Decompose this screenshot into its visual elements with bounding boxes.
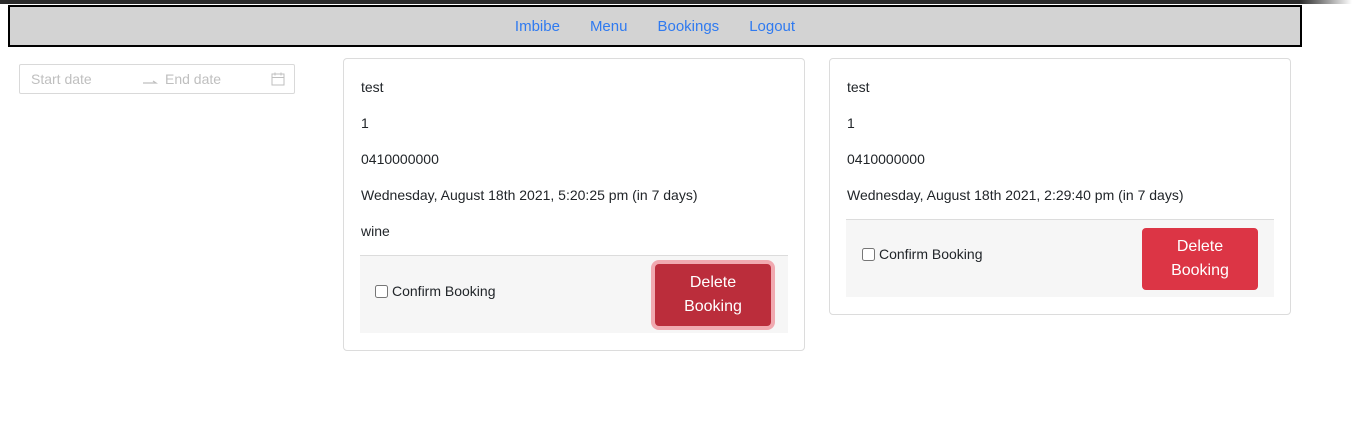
delete-booking-button[interactable]: Delete Booking <box>655 264 771 326</box>
booking-guests: 1 <box>361 115 369 131</box>
booking-card-footer: Confirm Booking Delete Booking <box>846 219 1274 297</box>
booking-card: test 1 0410000000 Wednesday, August 18th… <box>343 58 805 351</box>
nav-link-bookings[interactable]: Bookings <box>657 18 719 35</box>
confirm-booking-control[interactable]: Confirm Booking <box>862 246 983 262</box>
booking-card: test 1 0410000000 Wednesday, August 18th… <box>829 58 1291 315</box>
nav-link-menu[interactable]: Menu <box>590 18 628 35</box>
booking-phone: 0410000000 <box>361 151 439 167</box>
arrow-right-icon <box>143 80 158 84</box>
booking-datetime: Wednesday, August 18th 2021, 2:29:40 pm … <box>847 187 1184 203</box>
confirm-booking-label: Confirm Booking <box>879 246 983 262</box>
top-navbar: Imbibe Menu Bookings Logout <box>8 5 1302 47</box>
delete-booking-button[interactable]: Delete Booking <box>1142 228 1258 290</box>
nav-link-imbibe[interactable]: Imbibe <box>515 18 560 35</box>
booking-datetime: Wednesday, August 18th 2021, 5:20:25 pm … <box>361 187 698 203</box>
booking-name: test <box>847 79 870 95</box>
date-range-picker[interactable] <box>19 64 295 94</box>
end-date-input[interactable] <box>165 71 265 87</box>
booking-name: test <box>361 79 384 95</box>
top-border-fade <box>1300 0 1352 4</box>
booking-guests: 1 <box>847 115 855 131</box>
top-border-line <box>0 0 1352 4</box>
confirm-booking-checkbox[interactable] <box>862 247 875 261</box>
booking-notes: wine <box>361 223 390 239</box>
confirm-booking-control[interactable]: Confirm Booking <box>375 283 496 299</box>
start-date-input[interactable] <box>31 71 131 87</box>
confirm-booking-checkbox[interactable] <box>375 284 388 298</box>
calendar-icon <box>271 72 285 86</box>
confirm-booking-label: Confirm Booking <box>392 283 496 299</box>
booking-phone: 0410000000 <box>847 151 925 167</box>
nav-link-logout[interactable]: Logout <box>749 18 795 35</box>
booking-card-footer: Confirm Booking Delete Booking <box>360 255 788 333</box>
